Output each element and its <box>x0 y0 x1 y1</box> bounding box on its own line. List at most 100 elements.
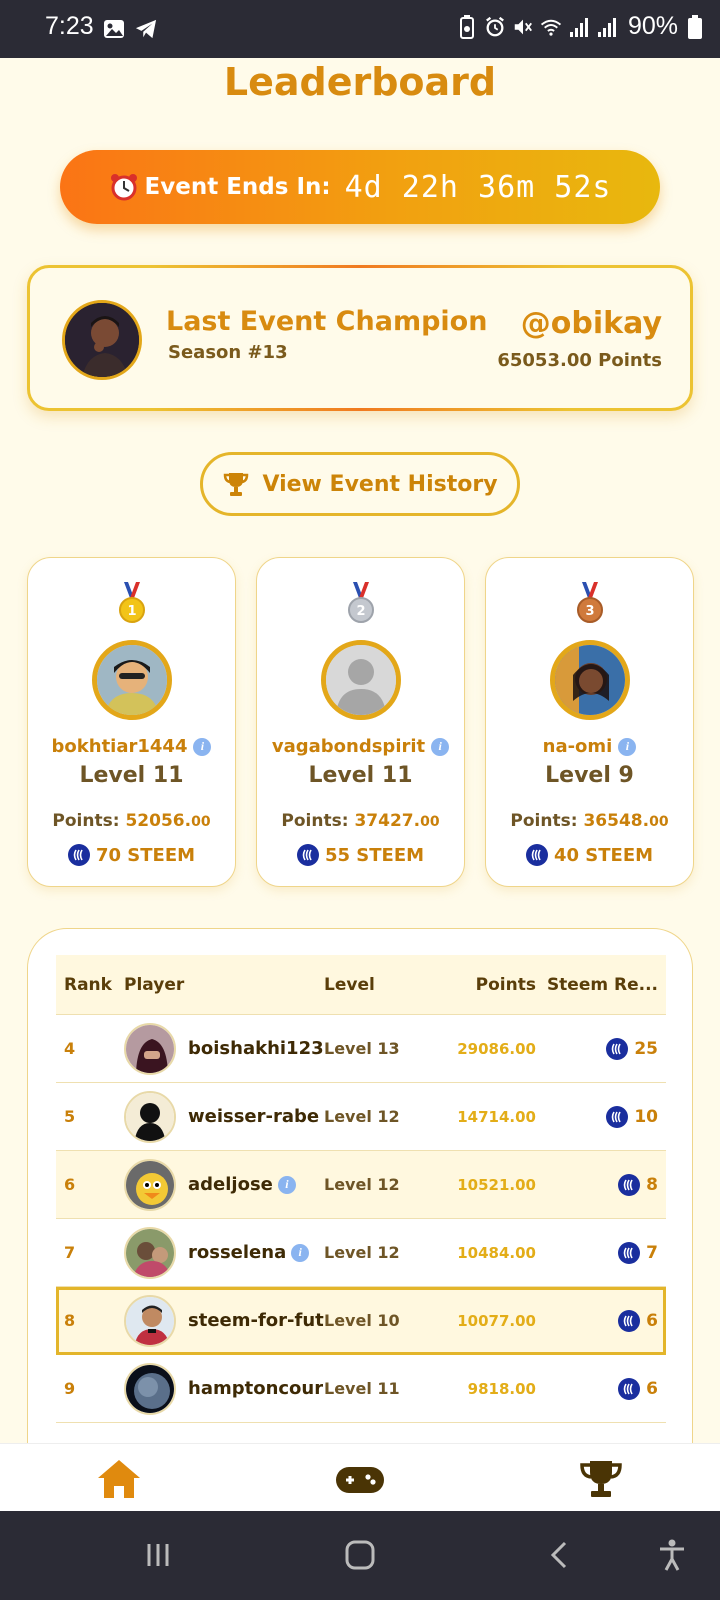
champion-title: Last Event Champion <box>166 306 488 337</box>
countdown-label: Event Ends In: <box>144 174 331 200</box>
signal-icon <box>596 14 618 40</box>
gallery-icon <box>103 16 125 42</box>
back-icon <box>550 1541 567 1569</box>
trophy-icon <box>224 473 249 496</box>
player-avatar[interactable] <box>124 1090 176 1143</box>
svg-text:3: 3 <box>585 604 594 619</box>
player-avatar[interactable] <box>124 1362 176 1415</box>
row-points: 29086.00 <box>457 1039 536 1058</box>
row-steem-value: 25 <box>634 1038 658 1059</box>
nav-games[interactable] <box>335 1456 385 1502</box>
event-countdown: Event Ends In: 4d 22h 36m 52s <box>60 150 660 224</box>
row-steem-reward: 8 <box>536 1173 666 1196</box>
table-row[interactable]: 7 rosselena i Level 12 10484.00 7 <box>56 1219 666 1287</box>
battery-saver-icon <box>456 14 478 40</box>
alarm-icon <box>484 14 506 40</box>
home-button[interactable] <box>338 1533 382 1577</box>
info-icon[interactable]: i <box>618 737 637 756</box>
table-row[interactable]: 6 adeljose i Level 12 10521.00 8 <box>56 1151 666 1219</box>
podium-card-rank-3[interactable]: 3 na-omi i Level 9 Points: 36548.00 40 S… <box>485 557 694 887</box>
row-steem-reward: 6 <box>536 1377 666 1400</box>
leaderboard-table-card[interactable]: Rank Player Level Points Steem Re... 4 b… <box>27 928 693 1528</box>
header-rank: Rank <box>64 974 112 995</box>
podium-card-rank-1[interactable]: 1 bokhtiar1444 i Level 11 Points: 52056.… <box>27 557 236 887</box>
champion-handle[interactable]: @obikay <box>521 306 662 341</box>
podium-points-decimals: 00 <box>649 814 669 830</box>
player-avatar[interactable] <box>124 1158 176 1211</box>
podium-level: Level 11 <box>308 763 413 788</box>
battery-percent: 90% <box>627 12 678 40</box>
header-points: Points <box>475 974 536 995</box>
nav-leaderboard[interactable] <box>576 1456 626 1502</box>
podium-level: Level 9 <box>545 763 634 788</box>
player-avatar[interactable] <box>124 1294 176 1347</box>
podium-player-name[interactable]: na-omi i <box>486 736 693 757</box>
podium-points-label: Points: <box>52 811 120 831</box>
champion-season: Season #13 <box>168 342 288 363</box>
player-avatar[interactable] <box>124 1226 176 1279</box>
header-steem-reward: Steem Re... <box>546 974 658 995</box>
podium-player-name-text: bokhtiar1444 <box>51 736 188 757</box>
page-title: Leaderboard <box>223 60 497 104</box>
row-player: weisser-rabe <box>124 1090 324 1143</box>
podium-points: Points: 37427.00 <box>257 811 464 831</box>
podium-points-value: 37427. <box>354 811 421 831</box>
table-row[interactable]: 4 boishakhi123 Level 13 29086.00 25 <box>56 1015 666 1083</box>
podium-card-rank-2[interactable]: 2 vagabondspirit i Level 11 Points: 3742… <box>256 557 465 887</box>
wifi-icon <box>540 14 562 40</box>
player-name-text: rosselena <box>188 1242 287 1263</box>
svg-text:2: 2 <box>356 604 365 619</box>
back-button[interactable] <box>538 1533 582 1577</box>
row-player: rosselena i <box>124 1226 324 1279</box>
recent-apps-button[interactable] <box>136 1533 180 1577</box>
info-icon[interactable]: i <box>431 737 450 756</box>
view-event-history-button[interactable]: View Event History <box>200 452 520 516</box>
row-rank: 8 <box>64 1311 76 1330</box>
podium-player-name-text: vagabondspirit <box>271 736 426 757</box>
podium-avatar[interactable] <box>549 640 630 720</box>
nav-home[interactable] <box>94 1456 144 1502</box>
mute-icon <box>512 14 534 40</box>
player-name[interactable]: hamptoncour <box>188 1378 323 1399</box>
countdown-time: 4d 22h 36m 52s <box>344 169 612 205</box>
status-notification-icons <box>103 16 157 42</box>
steem-icon <box>296 844 319 866</box>
status-system-icons: 90% <box>456 12 706 41</box>
info-icon[interactable]: i <box>193 737 212 756</box>
alarm-clock-icon <box>110 174 137 201</box>
table-row-current-user[interactable]: 8 steem-for-fut Level 10 10077.00 6 <box>56 1287 666 1355</box>
player-avatar[interactable] <box>124 1022 176 1075</box>
champion-points: 65053.00 Points <box>497 350 662 371</box>
podium-points-decimals: 00 <box>420 814 440 830</box>
gold-medal-icon: 1 <box>118 582 145 623</box>
row-steem-value: 6 <box>646 1378 658 1399</box>
podium-reward-text: 40 STEEM <box>553 844 654 866</box>
svg-text:1: 1 <box>127 604 136 619</box>
podium-avatar[interactable] <box>320 640 401 720</box>
home-square-icon <box>345 1540 375 1570</box>
player-name[interactable]: boishakhi123 <box>188 1038 324 1059</box>
row-level: Level 11 <box>324 1379 400 1398</box>
row-rank: 6 <box>64 1175 76 1194</box>
accessibility-icon <box>660 1539 684 1571</box>
row-rank: 7 <box>64 1243 76 1262</box>
player-name[interactable]: weisser-rabe <box>188 1106 319 1127</box>
row-steem-value: 7 <box>646 1242 658 1263</box>
podium-player-name[interactable]: bokhtiar1444 i <box>28 736 235 757</box>
steem-icon <box>606 1105 629 1128</box>
info-icon[interactable]: i <box>291 1243 310 1262</box>
info-icon[interactable]: i <box>277 1175 296 1194</box>
accessibility-button[interactable] <box>650 1533 694 1577</box>
table-row[interactable]: 5 weisser-rabe Level 12 14714.00 10 <box>56 1083 666 1151</box>
steem-icon <box>618 1173 641 1196</box>
podium-reward: 40 STEEM <box>486 844 693 866</box>
player-name[interactable]: steem-for-fut <box>188 1310 324 1331</box>
podium-avatar[interactable] <box>91 640 172 720</box>
podium-points-label: Points: <box>510 811 578 831</box>
player-name[interactable]: rosselena i <box>188 1242 310 1263</box>
podium-player-name[interactable]: vagabondspirit i <box>257 736 464 757</box>
player-name[interactable]: adeljose i <box>188 1174 296 1195</box>
steem-icon <box>67 844 90 866</box>
row-rank: 5 <box>64 1107 76 1126</box>
table-row[interactable]: 9 hamptoncour Level 11 9818.00 6 <box>56 1355 666 1423</box>
